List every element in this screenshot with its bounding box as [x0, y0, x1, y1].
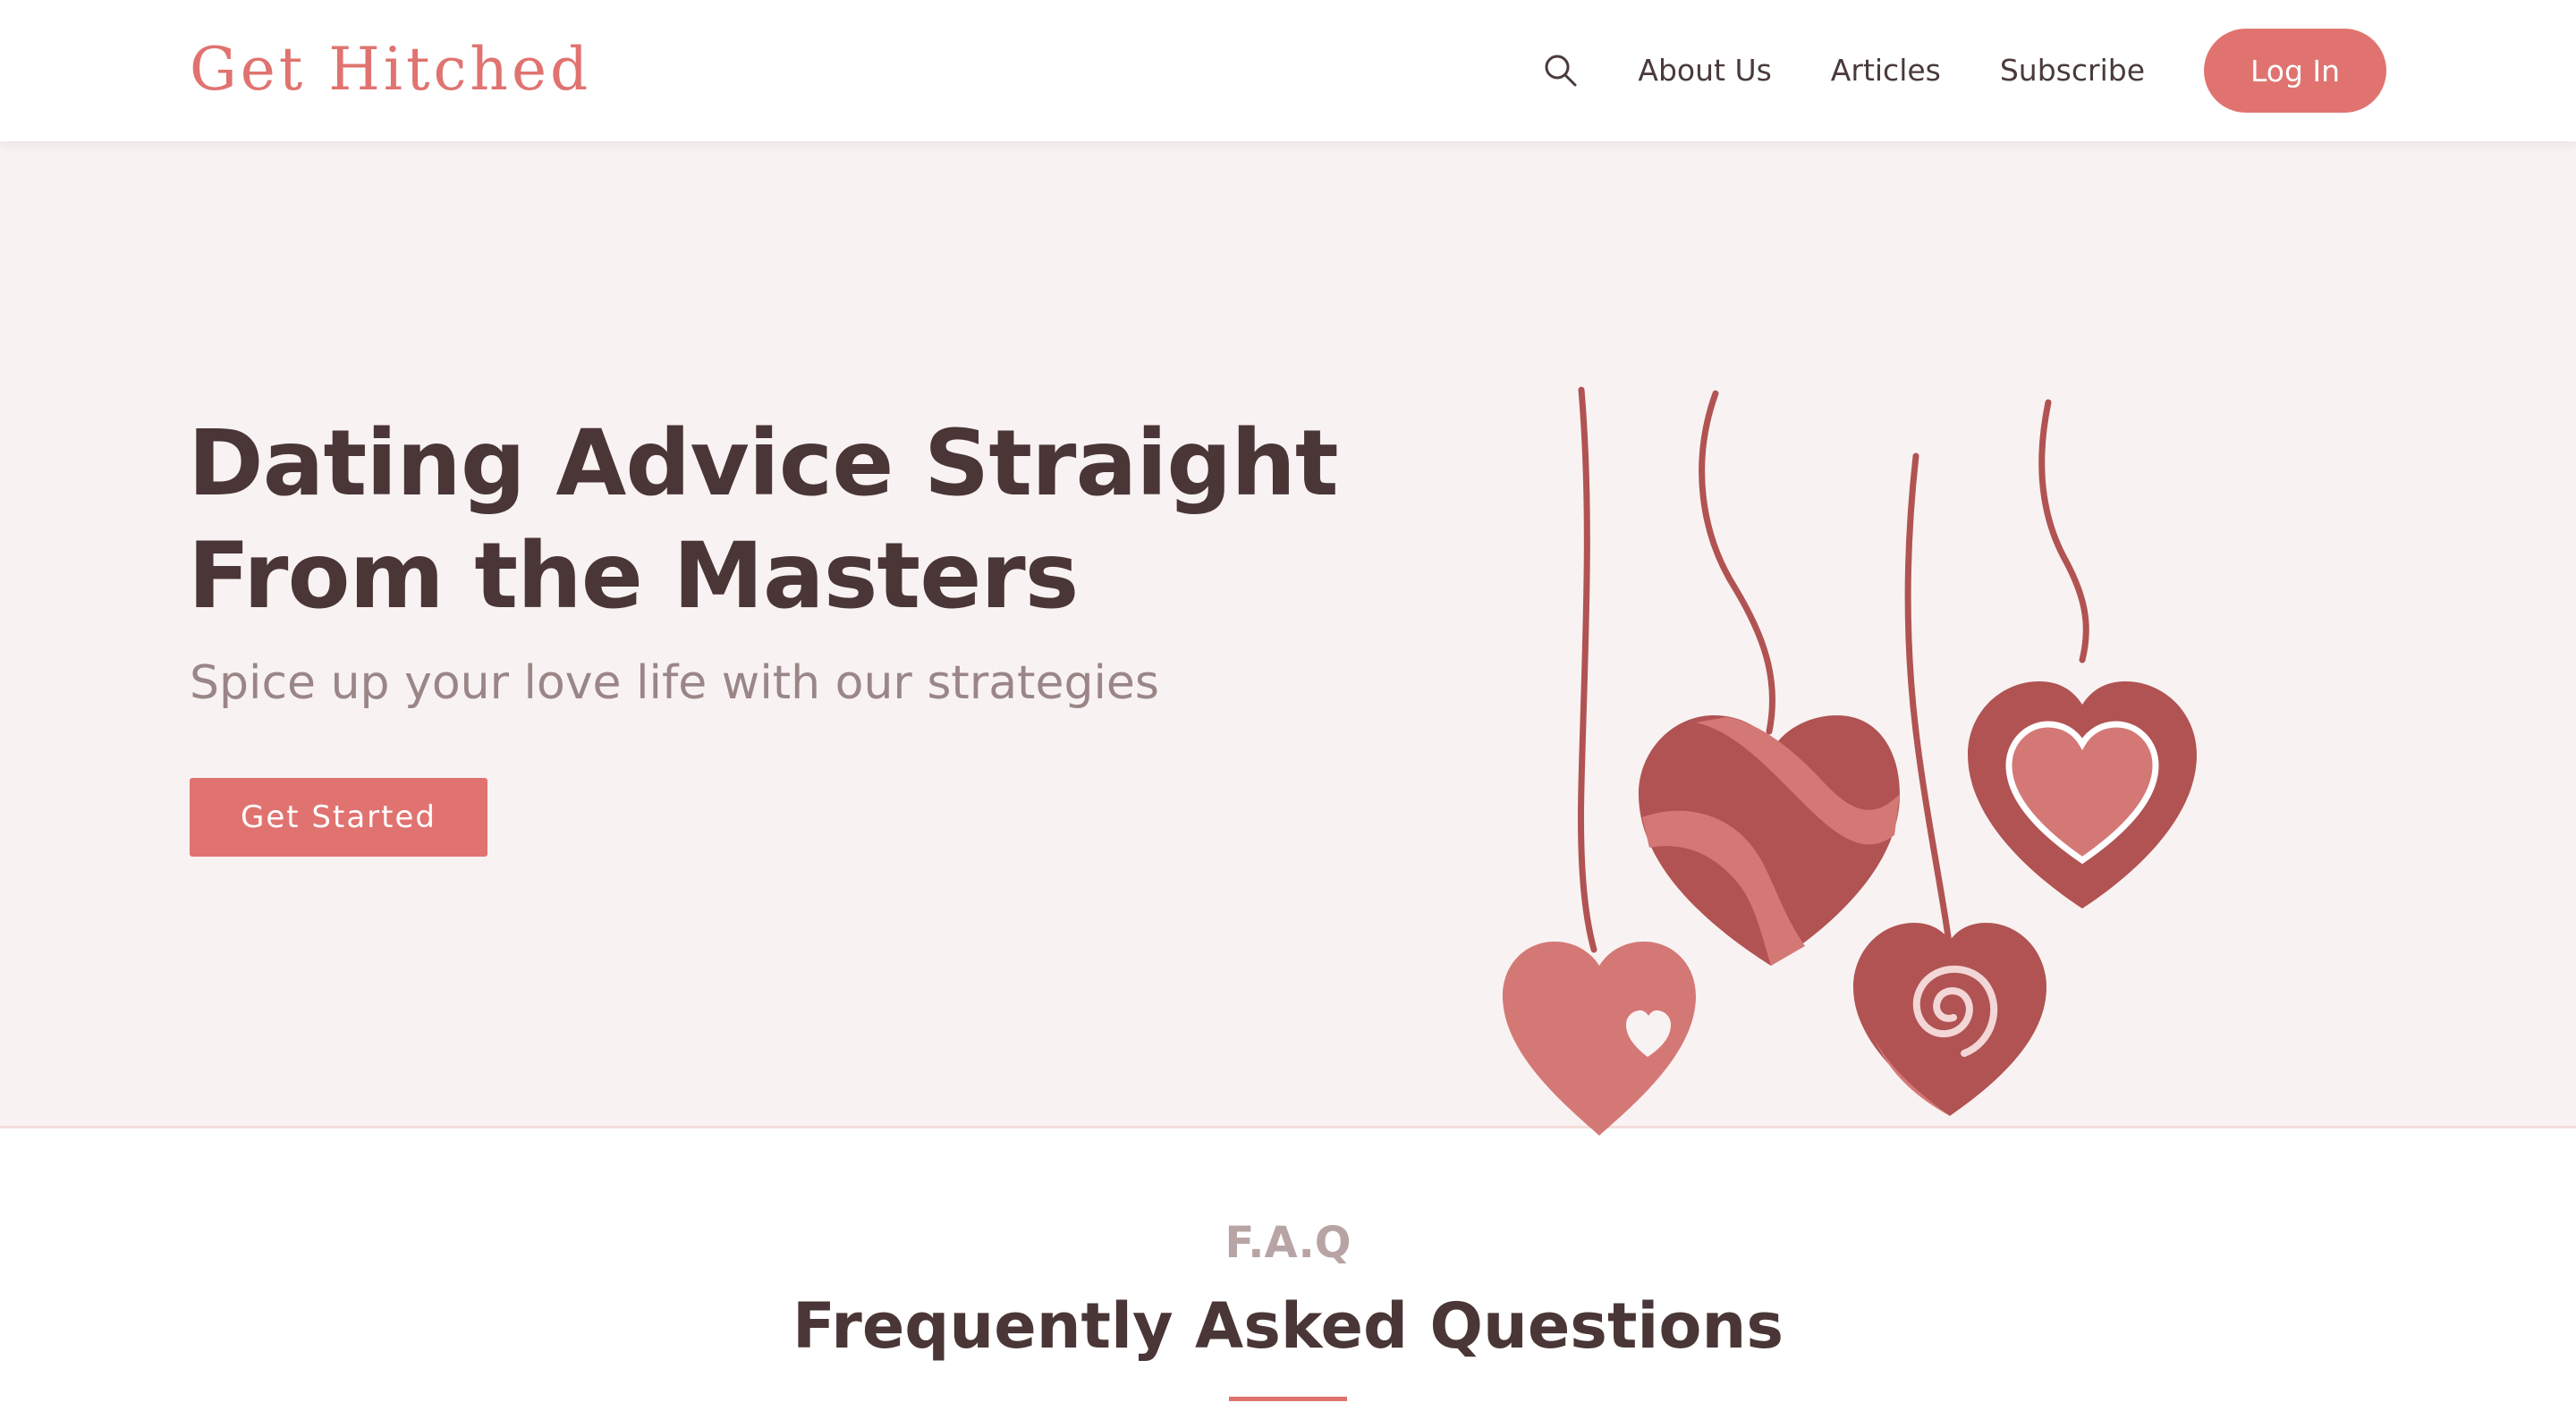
- faq-eyebrow: F.A.Q: [1224, 1218, 1352, 1268]
- heart-string-4: [2038, 399, 2089, 663]
- faq-title: Frequently Asked Questions: [792, 1289, 1784, 1363]
- site-logo[interactable]: Get Hitched: [190, 32, 591, 107]
- hero-subtitle: Spice up your love life with our strateg…: [190, 656, 1159, 710]
- heart-outline-icon: [1968, 681, 2197, 908]
- nav-about-us[interactable]: About Us: [1638, 29, 1771, 113]
- nav-subscribe[interactable]: Subscribe: [2000, 29, 2145, 113]
- main-nav: About Us Articles Subscribe Log In: [1539, 29, 2386, 113]
- heart-small-light-icon: [1503, 942, 1696, 1136]
- faq-title-underline: [1229, 1397, 1347, 1401]
- site-header: Get Hitched About Us Articles Subscribe …: [0, 0, 2576, 141]
- heart-wave-icon: [1639, 715, 1900, 966]
- hero-title-line-1: Dating Advice Straight: [188, 410, 1339, 517]
- hero-title: Dating Advice Straight From the Masters: [188, 408, 1351, 633]
- hanging-hearts-illustration: [1503, 386, 2197, 1136]
- heart-string-1: [1578, 386, 1597, 953]
- get-started-button[interactable]: Get Started: [190, 778, 487, 857]
- hero-section: Dating Advice Straight From the Masters …: [0, 141, 2576, 1136]
- hero-title-line-2: From the Masters: [188, 523, 1079, 629]
- heart-string-2: [1699, 390, 1776, 735]
- login-button[interactable]: Log In: [2204, 29, 2386, 113]
- search-icon[interactable]: [1539, 49, 1582, 92]
- nav-articles[interactable]: Articles: [1831, 29, 1941, 113]
- heart-spiral-icon: [1853, 923, 2046, 1116]
- heart-string-3: [1904, 452, 1955, 969]
